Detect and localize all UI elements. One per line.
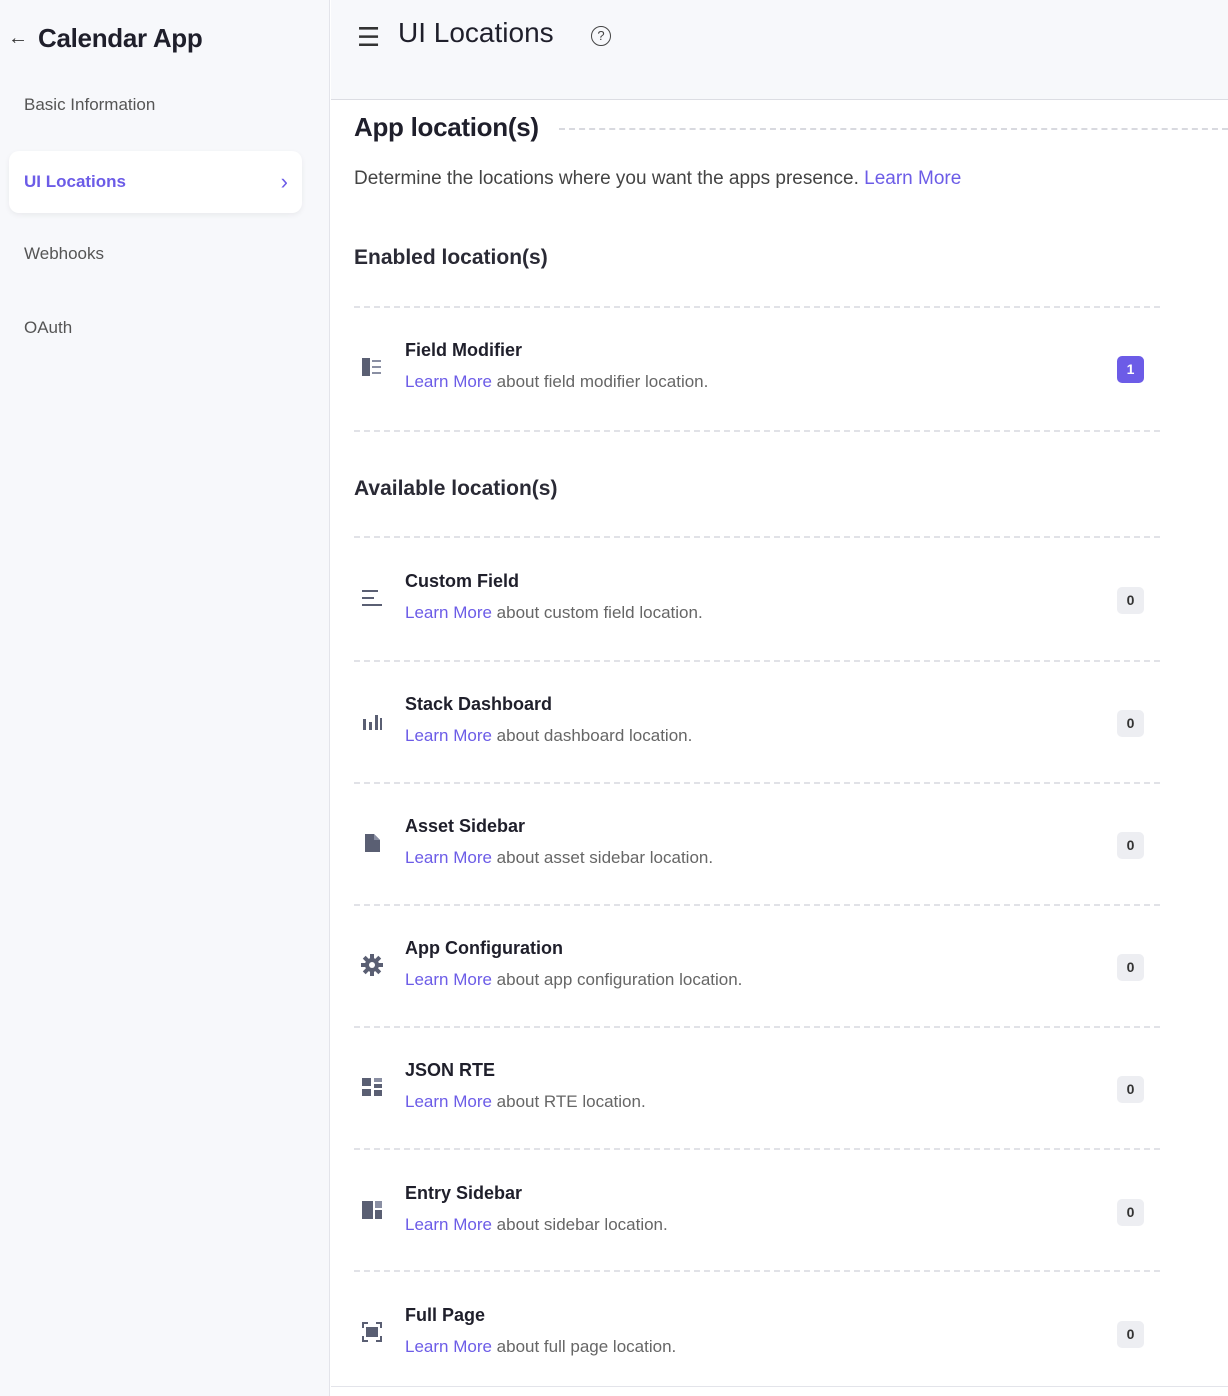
learn-more-link[interactable]: Learn More bbox=[405, 603, 492, 622]
location-description: Learn More about full page location. bbox=[405, 1337, 677, 1356]
help-circle-icon[interactable]: ? bbox=[591, 26, 611, 46]
location-name: Stack Dashboard bbox=[405, 694, 553, 714]
divider bbox=[354, 1026, 1160, 1028]
learn-more-link[interactable]: Learn More bbox=[405, 1215, 492, 1234]
location-name: Asset Sidebar bbox=[405, 816, 526, 836]
count-badge: 0 bbox=[1117, 710, 1144, 737]
location-row-stack-dashboard[interactable]: Stack Dashboard Learn More about dashboa… bbox=[354, 692, 1160, 756]
learn-more-link[interactable]: Learn More bbox=[864, 168, 961, 189]
learn-more-link[interactable]: Learn More bbox=[405, 1092, 492, 1111]
divider bbox=[354, 782, 1160, 784]
location-name: Field Modifier bbox=[405, 340, 522, 360]
location-name: Custom Field bbox=[405, 571, 520, 591]
location-row-field-modifier[interactable]: Field Modifier Learn More about field mo… bbox=[354, 338, 1160, 402]
sidebar: ← Calendar App Basic Information UI Loca… bbox=[0, 0, 330, 1396]
location-row-app-configuration[interactable]: App Configuration Learn More about app c… bbox=[354, 936, 1160, 1000]
sidebar-icon bbox=[359, 1197, 385, 1223]
location-description: Learn More about asset sidebar location. bbox=[405, 848, 714, 867]
section-title: App location(s) bbox=[354, 111, 539, 142]
field-modifier-icon bbox=[359, 354, 385, 380]
chevron-right-icon: › bbox=[280, 169, 288, 194]
divider bbox=[354, 1270, 1160, 1272]
hamburger-icon[interactable]: ☰ bbox=[357, 22, 380, 53]
sidebar-item-oauth[interactable]: OAuth bbox=[24, 318, 72, 338]
sidebar-item-ui-locations[interactable]: UI Locations › bbox=[9, 151, 302, 213]
location-description: Learn More about RTE location. bbox=[405, 1092, 646, 1111]
count-badge: 0 bbox=[1117, 587, 1144, 614]
custom-field-icon bbox=[359, 585, 385, 611]
location-row-entry-sidebar[interactable]: Entry Sidebar Learn More about sidebar l… bbox=[354, 1181, 1160, 1245]
enabled-heading: Enabled location(s) bbox=[354, 246, 548, 269]
sidebar-item-basic-information[interactable]: Basic Information bbox=[24, 95, 155, 115]
divider bbox=[354, 306, 1160, 308]
arrow-left-icon[interactable]: ← bbox=[8, 22, 32, 54]
location-description: Learn More about sidebar location. bbox=[405, 1215, 668, 1234]
location-description: Learn More about dashboard location. bbox=[405, 726, 693, 745]
app-header: ← Calendar App bbox=[8, 22, 203, 54]
count-badge: 0 bbox=[1117, 1199, 1144, 1226]
section-description: Determine the locations where you want t… bbox=[354, 168, 961, 190]
divider bbox=[331, 1386, 1228, 1387]
sidebar-item-webhooks[interactable]: Webhooks bbox=[24, 244, 104, 264]
description-text: Determine the locations where you want t… bbox=[354, 168, 859, 189]
divider bbox=[354, 536, 1160, 538]
learn-more-link[interactable]: Learn More bbox=[405, 1337, 492, 1356]
location-row-json-rte[interactable]: JSON RTE Learn More about RTE location. … bbox=[354, 1058, 1160, 1122]
count-badge: 0 bbox=[1117, 1076, 1144, 1103]
location-name: JSON RTE bbox=[405, 1060, 496, 1080]
asset-icon bbox=[359, 830, 385, 856]
location-description: Learn More about custom field location. bbox=[405, 603, 703, 622]
learn-more-link[interactable]: Learn More bbox=[405, 726, 492, 745]
section-title-row: App location(s) bbox=[354, 110, 1228, 144]
divider bbox=[558, 128, 1228, 130]
dashboard-icon bbox=[359, 708, 385, 734]
location-row-custom-field[interactable]: Custom Field Learn More about custom fie… bbox=[354, 569, 1160, 633]
app-title: Calendar App bbox=[38, 22, 203, 53]
gear-icon bbox=[359, 952, 385, 978]
topbar: ☰ UI Locations ? bbox=[331, 0, 1228, 100]
count-badge: 0 bbox=[1117, 1321, 1144, 1348]
location-row-full-page[interactable]: Full Page Learn More about full page loc… bbox=[354, 1303, 1160, 1367]
location-description: Learn More about app configuration locat… bbox=[405, 970, 743, 989]
count-badge: 0 bbox=[1117, 832, 1144, 859]
location-row-asset-sidebar[interactable]: Asset Sidebar Learn More about asset sid… bbox=[354, 814, 1160, 878]
learn-more-link[interactable]: Learn More bbox=[405, 970, 492, 989]
location-name: Full Page bbox=[405, 1305, 486, 1325]
learn-more-link[interactable]: Learn More bbox=[405, 372, 492, 391]
learn-more-link[interactable]: Learn More bbox=[405, 848, 492, 867]
rte-icon bbox=[359, 1074, 385, 1100]
count-badge: 1 bbox=[1117, 356, 1144, 383]
available-heading: Available location(s) bbox=[354, 477, 558, 500]
location-description: Learn More about field modifier location… bbox=[405, 372, 709, 391]
divider bbox=[354, 1148, 1160, 1150]
sidebar-item-label: UI Locations bbox=[24, 172, 127, 191]
divider bbox=[354, 904, 1160, 906]
page-title: UI Locations bbox=[398, 17, 554, 48]
divider bbox=[354, 660, 1160, 662]
count-badge: 0 bbox=[1117, 954, 1144, 981]
location-name: Entry Sidebar bbox=[405, 1183, 523, 1203]
divider bbox=[354, 430, 1160, 432]
full-page-icon bbox=[359, 1319, 385, 1345]
location-name: App Configuration bbox=[405, 938, 563, 958]
